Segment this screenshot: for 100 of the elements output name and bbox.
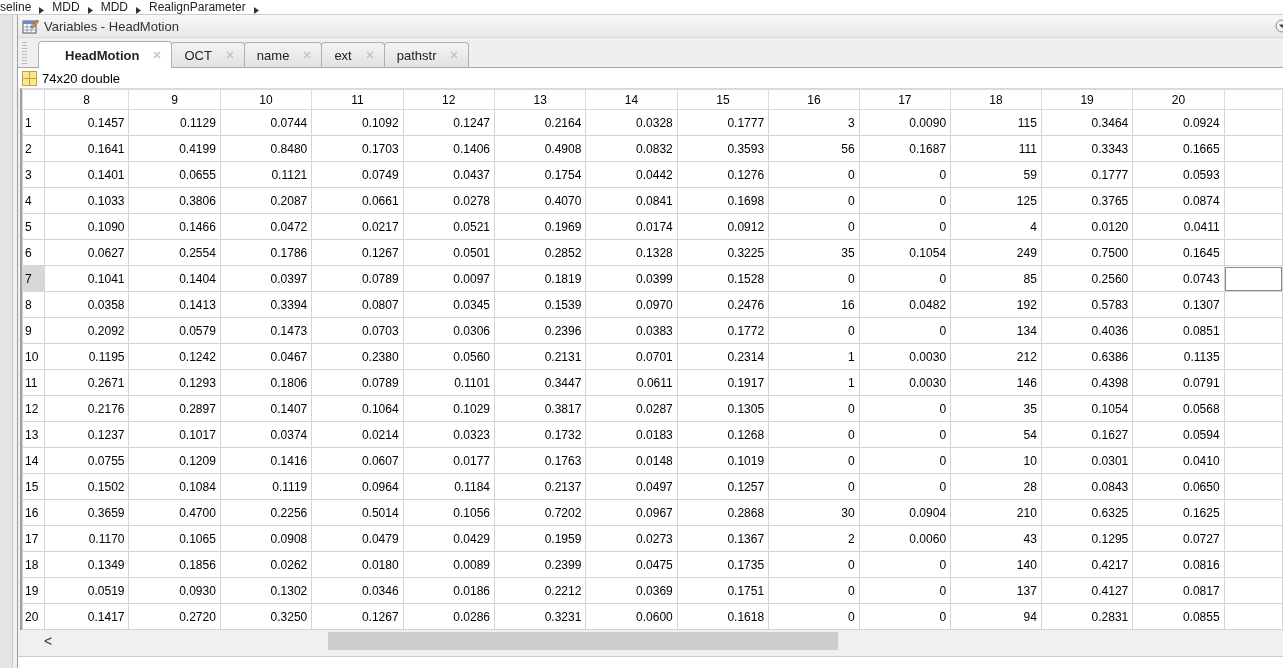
- table-cell: 0.0755: [44, 447, 129, 474]
- table-cell: 0.0964: [311, 473, 404, 500]
- row-header[interactable]: 7: [22, 265, 45, 292]
- column-header[interactable]: 14: [585, 89, 678, 110]
- column-header[interactable]: 19: [1041, 89, 1133, 110]
- row-header[interactable]: 18: [22, 551, 45, 578]
- table-cell: 0.0399: [585, 265, 678, 292]
- row-header[interactable]: 14: [22, 447, 45, 474]
- table-cell: 0.2399: [494, 551, 586, 578]
- row-header[interactable]: 4: [22, 187, 45, 214]
- table-cell: 0.0374: [220, 421, 312, 448]
- breadcrumb-item[interactable]: MDD: [100, 1, 128, 14]
- focused-cell[interactable]: [1224, 265, 1283, 292]
- column-header[interactable]: 13: [494, 89, 586, 110]
- table-cell: 0.0437: [403, 161, 495, 188]
- column-header[interactable]: 8: [44, 89, 129, 110]
- scroll-left-button[interactable]: <: [18, 633, 58, 649]
- table-cell: 0.0472: [220, 213, 312, 240]
- row-header[interactable]: 20: [22, 603, 45, 630]
- table-cell: 0.8480: [220, 135, 312, 162]
- table-cell: 0.1777: [677, 109, 769, 136]
- table-cell: 0: [859, 213, 951, 240]
- column-header[interactable]: 10: [220, 89, 312, 110]
- column-header[interactable]: 15: [677, 89, 769, 110]
- table-cell: 35: [768, 239, 860, 266]
- table-cell: 0.1267: [311, 239, 404, 266]
- table-cell: 0.1242: [129, 343, 221, 370]
- table-cell: 0.0607: [311, 447, 404, 474]
- breadcrumb-item[interactable]: MDD: [52, 1, 80, 14]
- row-header[interactable]: 16: [22, 499, 45, 526]
- row-header[interactable]: 6: [22, 239, 45, 266]
- column-header[interactable]: 12: [403, 89, 495, 110]
- table-cell: 0.4908: [494, 135, 586, 162]
- table-cell: 0.2396: [494, 317, 586, 344]
- table-cell: 0.0594: [1132, 421, 1225, 448]
- tab[interactable]: HeadMotion: [38, 41, 173, 68]
- column-header[interactable]: 11: [311, 89, 404, 110]
- table-cell: 0.1735: [677, 551, 769, 578]
- table-cell: 0.1457: [44, 109, 129, 136]
- row-header[interactable]: 8: [22, 291, 45, 318]
- column-header[interactable]: 18: [950, 89, 1042, 110]
- tab[interactable]: name: [243, 42, 323, 67]
- table-cell: 0.1763: [494, 447, 586, 474]
- table-cell: 0.1170: [44, 525, 129, 552]
- row-header[interactable]: 19: [22, 577, 45, 604]
- row-header[interactable]: 2: [22, 135, 45, 162]
- tab[interactable]: ext: [321, 42, 385, 67]
- table-cell: 0.2671: [44, 369, 129, 396]
- table-cell: 0.0627: [44, 239, 129, 266]
- table-cell: 0.1119: [220, 473, 312, 500]
- breadcrumb-item[interactable]: RealignParameter: [149, 1, 246, 14]
- table-edit-icon: [22, 18, 39, 34]
- table-cell: 0.1367: [677, 525, 769, 552]
- table-cell: 0.0287: [585, 395, 678, 422]
- table-cell: 0.1307: [1132, 291, 1225, 318]
- table-cell: 0.0479: [311, 525, 404, 552]
- table-cell: 0.1065: [129, 525, 221, 552]
- table-cell: 0.4070: [494, 187, 586, 214]
- row-header[interactable]: 12: [22, 395, 45, 422]
- table-cell: 0.0593: [1132, 161, 1225, 188]
- breadcrumb-item[interactable]: seline: [0, 1, 32, 14]
- row-header[interactable]: 13: [22, 421, 45, 448]
- table-cell: 10: [950, 447, 1042, 474]
- row-header[interactable]: 5: [22, 213, 45, 240]
- close-icon[interactable]: [365, 51, 374, 59]
- table-cell: 0.1698: [677, 187, 769, 214]
- table-cell: 0.0442: [585, 161, 678, 188]
- table-cell: 0.1401: [44, 161, 129, 188]
- close-icon[interactable]: [450, 51, 459, 59]
- table-cell: 0.0328: [585, 109, 678, 136]
- row-header[interactable]: 11: [22, 369, 45, 396]
- row-header[interactable]: 1: [22, 109, 45, 136]
- table-cell: 0.1121: [220, 161, 312, 188]
- close-icon[interactable]: [225, 51, 234, 59]
- table-cell: 0.1019: [677, 447, 769, 474]
- column-header[interactable]: 16: [768, 89, 860, 110]
- tab[interactable]: pathstr: [383, 42, 470, 67]
- row-header[interactable]: 3: [22, 161, 45, 188]
- row-header[interactable]: 10: [22, 343, 45, 370]
- column-header[interactable]: 20: [1132, 89, 1225, 110]
- table-cell: 0.1665: [1132, 135, 1225, 162]
- table-cell: 0.3659: [44, 499, 129, 526]
- table-cell: 210: [950, 499, 1042, 526]
- table-cell: 0.0904: [859, 499, 951, 526]
- tab[interactable]: OCT: [171, 42, 245, 67]
- scrollbar-thumb[interactable]: [328, 632, 838, 650]
- table-cell: 0.1209: [129, 447, 221, 474]
- table-cell: 0.0817: [1132, 577, 1225, 604]
- column-header[interactable]: 9: [129, 89, 221, 110]
- column-header[interactable]: 17: [859, 89, 951, 110]
- table-cell: 0.0306: [403, 317, 495, 344]
- row-header[interactable]: 15: [22, 473, 45, 500]
- table-cell: 0.0611: [585, 369, 678, 396]
- table-cell: 0.0655: [129, 161, 221, 188]
- table-cell: 4: [950, 213, 1042, 240]
- table-cell: 0: [768, 421, 860, 448]
- row-header[interactable]: 17: [22, 525, 45, 552]
- close-icon[interactable]: [303, 51, 312, 59]
- row-header[interactable]: 9: [22, 317, 45, 344]
- close-icon[interactable]: [153, 51, 162, 59]
